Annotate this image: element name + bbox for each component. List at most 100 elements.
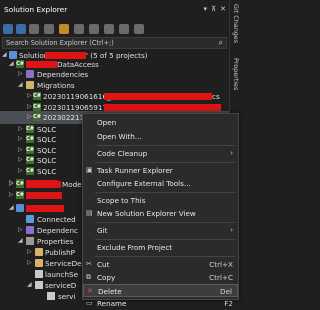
window-title: Solution Explorer xyxy=(4,5,68,14)
menu-item-label: Delete xyxy=(98,287,122,296)
servicedep-label: serviceD xyxy=(45,281,77,290)
search-icon[interactable]: ⌕ xyxy=(219,38,223,48)
forward-icon[interactable] xyxy=(16,24,26,34)
submenu-arrow-icon: › xyxy=(230,226,233,234)
expand-arrow-icon[interactable]: ◢ xyxy=(9,204,14,211)
collapsed-arrow-icon[interactable]: ▷ xyxy=(18,156,23,163)
csharp-file-icon: C# xyxy=(33,103,41,111)
csharp-file-icon: C# xyxy=(33,92,41,100)
menu-separator xyxy=(95,239,235,240)
menu-item-configure-external-tools[interactable]: Configure External Tools... xyxy=(83,177,238,190)
menu-item-label: Task Runner Explorer xyxy=(97,166,173,175)
menu-item-scope-to-this[interactable]: Scope to This xyxy=(83,194,238,207)
menu-item-open-with[interactable]: Open With... xyxy=(83,130,238,143)
tab-git-changes[interactable]: Git Changes xyxy=(232,4,240,43)
close-icon[interactable]: ✕ xyxy=(220,5,226,13)
refresh-icon[interactable] xyxy=(89,24,99,34)
collapsed-arrow-icon[interactable]: ▷ xyxy=(18,146,23,153)
menu-item-rename[interactable]: ▭ Rename F2 xyxy=(83,297,238,310)
json-file-icon xyxy=(35,270,43,278)
csharp-project-icon: C# xyxy=(16,60,24,68)
title-bar: Solution Explorer ▾ ⊼ ✕ xyxy=(0,0,229,22)
csharp-file-icon: C# xyxy=(26,135,34,143)
menu-item-label: Code Cleanup xyxy=(97,149,148,158)
properties-label: Properties xyxy=(37,237,74,246)
redaction xyxy=(26,192,62,199)
menu-separator xyxy=(95,256,235,257)
context-menu: Open Open With... Code Cleanup › ▣ Task … xyxy=(82,113,239,308)
collapsed-arrow-icon[interactable]: ▷ xyxy=(27,259,32,266)
migration-1-ext: cs xyxy=(212,92,220,101)
menu-separator xyxy=(95,162,235,163)
collapsed-arrow-icon[interactable]: ▷ xyxy=(18,135,23,142)
expand-arrow-icon[interactable]: ◢ xyxy=(2,51,7,58)
collapsed-arrow-icon[interactable]: ▷ xyxy=(9,191,14,198)
csharp-project-icon: C# xyxy=(16,191,24,199)
csharp-file-icon: C# xyxy=(26,167,34,175)
collapsed-arrow-icon[interactable]: ▷ xyxy=(18,167,23,174)
redaction xyxy=(104,93,212,100)
delete-icon: ✕ xyxy=(87,287,93,295)
collapsed-arrow-icon[interactable]: ▷ xyxy=(27,103,32,110)
redaction xyxy=(104,104,221,111)
menu-item-new-solution-explorer-view[interactable]: ▤ New Solution Explorer View xyxy=(83,207,238,220)
collapsed-arrow-icon[interactable]: ▷ xyxy=(9,180,14,187)
json-file-icon xyxy=(35,281,43,289)
csharp-file-icon: C# xyxy=(26,146,34,154)
properties-icon[interactable] xyxy=(134,24,144,34)
submenu-arrow-icon: › xyxy=(230,149,233,157)
expand-arrow-icon[interactable]: ◢ xyxy=(9,60,14,67)
wrench-icon xyxy=(26,237,34,245)
menu-item-code-cleanup[interactable]: Code Cleanup › xyxy=(83,147,238,160)
expand-arrow-icon[interactable]: ◢ xyxy=(18,81,23,88)
dropdown-icon[interactable]: ▾ xyxy=(203,5,207,13)
menu-item-git[interactable]: Git › xyxy=(83,224,238,237)
expand-arrow-icon[interactable]: ◢ xyxy=(18,237,23,244)
back-icon[interactable] xyxy=(3,24,13,34)
collapsed-arrow-icon[interactable]: ▷ xyxy=(27,248,32,255)
title-bar-icons: ▾ ⊼ ✕ xyxy=(203,5,226,13)
menu-item-shortcut: F2 xyxy=(224,299,233,308)
dependencies-label: Dependenc xyxy=(37,226,78,235)
collapsed-arrow-icon[interactable]: ▷ xyxy=(18,70,23,77)
pin-icon[interactable]: ⊼ xyxy=(211,5,216,13)
collapsed-arrow-icon[interactable]: ▷ xyxy=(27,113,32,120)
show-all-files-icon[interactable] xyxy=(119,24,129,34)
collapsed-arrow-icon[interactable]: ▷ xyxy=(27,92,32,99)
collapse-all-icon[interactable] xyxy=(104,24,114,34)
search-input[interactable]: Search Solution Explorer (Ctrl+;) xyxy=(6,39,114,47)
scissors-icon: ✂ xyxy=(86,260,92,268)
menu-item-label: Open xyxy=(97,118,117,127)
menu-item-label: New Solution Explorer View xyxy=(97,209,196,218)
menu-item-exclude-from-project[interactable]: Exclude From Project xyxy=(83,241,238,254)
menu-item-shortcut: Ctrl+X xyxy=(209,260,233,269)
menu-item-cut[interactable]: ✂ Cut Ctrl+X xyxy=(83,258,238,271)
menu-item-delete[interactable]: ✕ Delete Del xyxy=(83,284,238,297)
home-icon[interactable] xyxy=(29,24,39,34)
menu-item-open[interactable]: Open xyxy=(83,116,238,129)
sqlc-label: SQLC xyxy=(37,135,57,144)
rename-icon: ▭ xyxy=(86,299,93,307)
collapsed-arrow-icon[interactable]: ▷ xyxy=(18,125,23,132)
collapsed-arrow-icon[interactable]: ▷ xyxy=(18,226,23,233)
publishp-label: PublishP xyxy=(45,248,75,257)
folder-icon xyxy=(26,81,34,89)
menu-item-task-runner-explorer[interactable]: ▣ Task Runner Explorer xyxy=(83,164,238,177)
dependencies-label: Dependencies xyxy=(37,70,89,79)
menu-separator xyxy=(95,192,235,193)
connected-services-icon xyxy=(26,215,34,223)
task-runner-icon: ▣ xyxy=(86,166,93,174)
csharp-file-icon: C# xyxy=(26,125,34,133)
menu-item-copy[interactable]: ⧉ Copy Ctrl+C xyxy=(83,271,238,284)
tab-properties[interactable]: Properties xyxy=(232,58,240,90)
search-box[interactable]: Search Solution Explorer (Ctrl+;) ⌕ xyxy=(2,37,227,49)
expand-arrow-icon[interactable]: ◢ xyxy=(27,281,32,288)
menu-item-shortcut: Ctrl+C xyxy=(209,273,233,282)
pending-changes-icon[interactable] xyxy=(59,24,69,34)
redaction xyxy=(26,181,61,188)
redaction xyxy=(26,61,57,68)
csharp-file-icon: C# xyxy=(26,156,34,164)
switch-views-icon[interactable] xyxy=(44,24,54,34)
folder-icon xyxy=(35,248,43,256)
sync-icon[interactable] xyxy=(74,24,84,34)
